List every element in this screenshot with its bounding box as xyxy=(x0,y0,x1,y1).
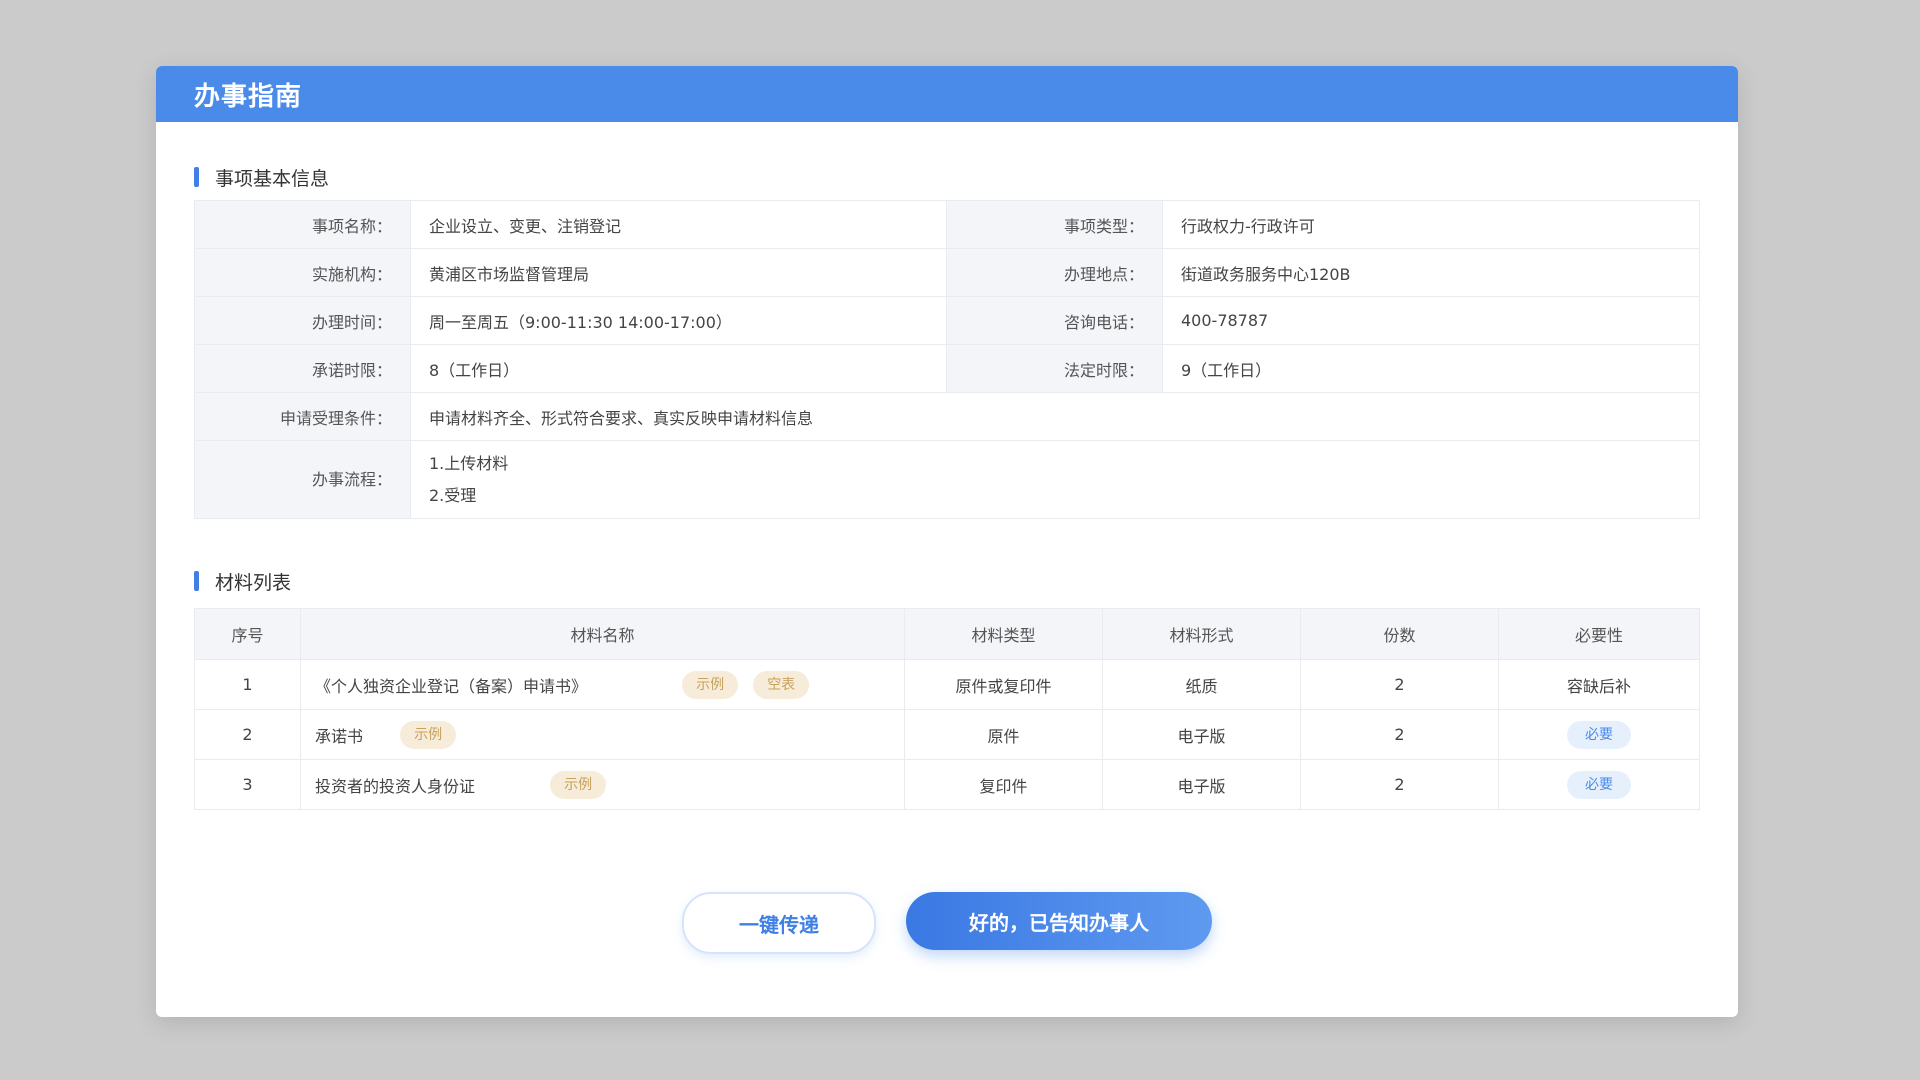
dialog-header: 办事指南 xyxy=(156,66,1738,122)
row-required-cell: 必要 xyxy=(1498,759,1700,810)
item-type-value: 行政权力-行政许可 xyxy=(1162,200,1700,249)
confirm-button[interactable]: 好的，已告知办事人 xyxy=(906,892,1212,950)
col-type: 材料类型 xyxy=(904,608,1103,660)
conditions-label: 申请受理条件： xyxy=(194,392,411,441)
legal-time-value: 9（工作日） xyxy=(1162,344,1700,393)
table-row: 3 投资者的投资人身份证 示例 复印件 电子版 2 必要 xyxy=(194,759,1700,810)
table-row: 1 《个人独资企业登记（备案）申请书》 示例 空表 原件或复印件 纸质 2 容缺… xyxy=(194,659,1700,710)
row-copies: 2 xyxy=(1300,759,1499,810)
col-index: 序号 xyxy=(194,608,301,660)
location-label: 办理地点： xyxy=(946,248,1163,297)
dialog-title: 办事指南 xyxy=(194,81,303,112)
info-row: 申请受理条件： 申请材料齐全、形式符合要求、真实反映申请材料信息 xyxy=(194,392,1700,441)
row-type: 原件或复印件 xyxy=(904,659,1103,710)
basic-info-heading: 事项基本信息 xyxy=(194,162,1700,192)
hours-value: 周一至周五（9:00-11:30 14:00-17:00） xyxy=(410,296,947,345)
agency-label: 实施机构： xyxy=(194,248,411,297)
section-bar-icon xyxy=(194,571,199,591)
col-copies: 份数 xyxy=(1300,608,1499,660)
row-index: 1 xyxy=(194,659,301,710)
row-index: 3 xyxy=(194,759,301,810)
row-index: 2 xyxy=(194,709,301,760)
item-name-value: 企业设立、变更、注销登记 xyxy=(410,200,947,249)
item-type-label: 事项类型： xyxy=(946,200,1163,249)
row-name-cell: 承诺书 示例 xyxy=(300,709,905,760)
guide-dialog: 办事指南 事项基本信息 事项名称： 企业设立、变更、注销登记 事项类型： 行政权… xyxy=(156,66,1738,1017)
row-name: 投资者的投资人身份证 xyxy=(315,776,476,796)
required-badge: 必要 xyxy=(1567,720,1631,749)
col-form: 材料形式 xyxy=(1102,608,1301,660)
phone-value: 400-78787 xyxy=(1162,296,1700,345)
blank-form-tag[interactable]: 空表 xyxy=(753,670,810,699)
promised-time-label: 承诺时限： xyxy=(194,344,411,393)
info-row: 承诺时限： 8（工作日） 法定时限： 9（工作日） xyxy=(194,344,1700,393)
row-form: 电子版 xyxy=(1102,709,1301,760)
row-form: 纸质 xyxy=(1102,659,1301,710)
location-value: 街道政务服务中心120B xyxy=(1162,248,1700,297)
dialog-footer: 一键传递 好的，已告知办事人 xyxy=(156,892,1738,954)
row-required: 容缺后补 xyxy=(1498,659,1700,710)
required-badge: 必要 xyxy=(1567,770,1631,799)
row-required-cell: 必要 xyxy=(1498,709,1700,760)
sample-tag[interactable]: 示例 xyxy=(550,770,607,799)
legal-time-label: 法定时限： xyxy=(946,344,1163,393)
row-copies: 2 xyxy=(1300,709,1499,760)
send-button[interactable]: 一键传递 xyxy=(682,892,876,954)
info-row: 实施机构： 黄浦区市场监督管理局 办理地点： 街道政务服务中心120B xyxy=(194,248,1700,297)
row-type: 复印件 xyxy=(904,759,1103,810)
process-value: 1.上传材料 2.受理 xyxy=(410,440,1700,519)
row-name-cell: 《个人独资企业登记（备案）申请书》 示例 空表 xyxy=(300,659,905,710)
info-row: 事项名称： 企业设立、变更、注销登记 事项类型： 行政权力-行政许可 xyxy=(194,200,1700,249)
table-row: 2 承诺书 示例 原件 电子版 2 必要 xyxy=(194,709,1700,760)
item-name-label: 事项名称： xyxy=(194,200,411,249)
materials-heading: 材料列表 xyxy=(194,566,1700,596)
process-step-2: 2.受理 xyxy=(429,485,477,505)
materials-title: 材料列表 xyxy=(215,571,292,594)
materials-table: 序号 材料名称 材料类型 材料形式 份数 必要性 1 《个人独资企业登记（备案）… xyxy=(194,608,1700,810)
process-step-1: 1.上传材料 xyxy=(429,453,509,473)
conditions-value: 申请材料齐全、形式符合要求、真实反映申请材料信息 xyxy=(410,392,1700,441)
col-name: 材料名称 xyxy=(300,608,905,660)
row-name-cell: 投资者的投资人身份证 示例 xyxy=(300,759,905,810)
row-name: 承诺书 xyxy=(315,726,364,746)
row-name: 《个人独资企业登记（备案）申请书》 xyxy=(315,676,588,696)
agency-value: 黄浦区市场监督管理局 xyxy=(410,248,947,297)
sample-tag[interactable]: 示例 xyxy=(682,670,739,699)
promised-time-value: 8（工作日） xyxy=(410,344,947,393)
row-form: 电子版 xyxy=(1102,759,1301,810)
hours-label: 办理时间： xyxy=(194,296,411,345)
row-copies: 2 xyxy=(1300,659,1499,710)
col-required: 必要性 xyxy=(1498,608,1700,660)
sample-tag[interactable]: 示例 xyxy=(400,720,457,749)
basic-info-table: 事项名称： 企业设立、变更、注销登记 事项类型： 行政权力-行政许可 实施机构：… xyxy=(194,200,1700,519)
process-label: 办事流程： xyxy=(194,440,411,519)
section-bar-icon xyxy=(194,167,199,187)
basic-info-section: 事项基本信息 事项名称： 企业设立、变更、注销登记 事项类型： 行政权力-行政许… xyxy=(194,162,1700,519)
basic-info-title: 事项基本信息 xyxy=(215,167,330,190)
phone-label: 咨询电话： xyxy=(946,296,1163,345)
materials-section: 材料列表 序号 材料名称 材料类型 材料形式 份数 必要性 1 《个人独资企业登… xyxy=(194,566,1700,810)
info-row: 办事流程： 1.上传材料 2.受理 xyxy=(194,440,1700,519)
info-row: 办理时间： 周一至周五（9:00-11:30 14:00-17:00） 咨询电话… xyxy=(194,296,1700,345)
materials-header-row: 序号 材料名称 材料类型 材料形式 份数 必要性 xyxy=(194,608,1700,660)
row-type: 原件 xyxy=(904,709,1103,760)
